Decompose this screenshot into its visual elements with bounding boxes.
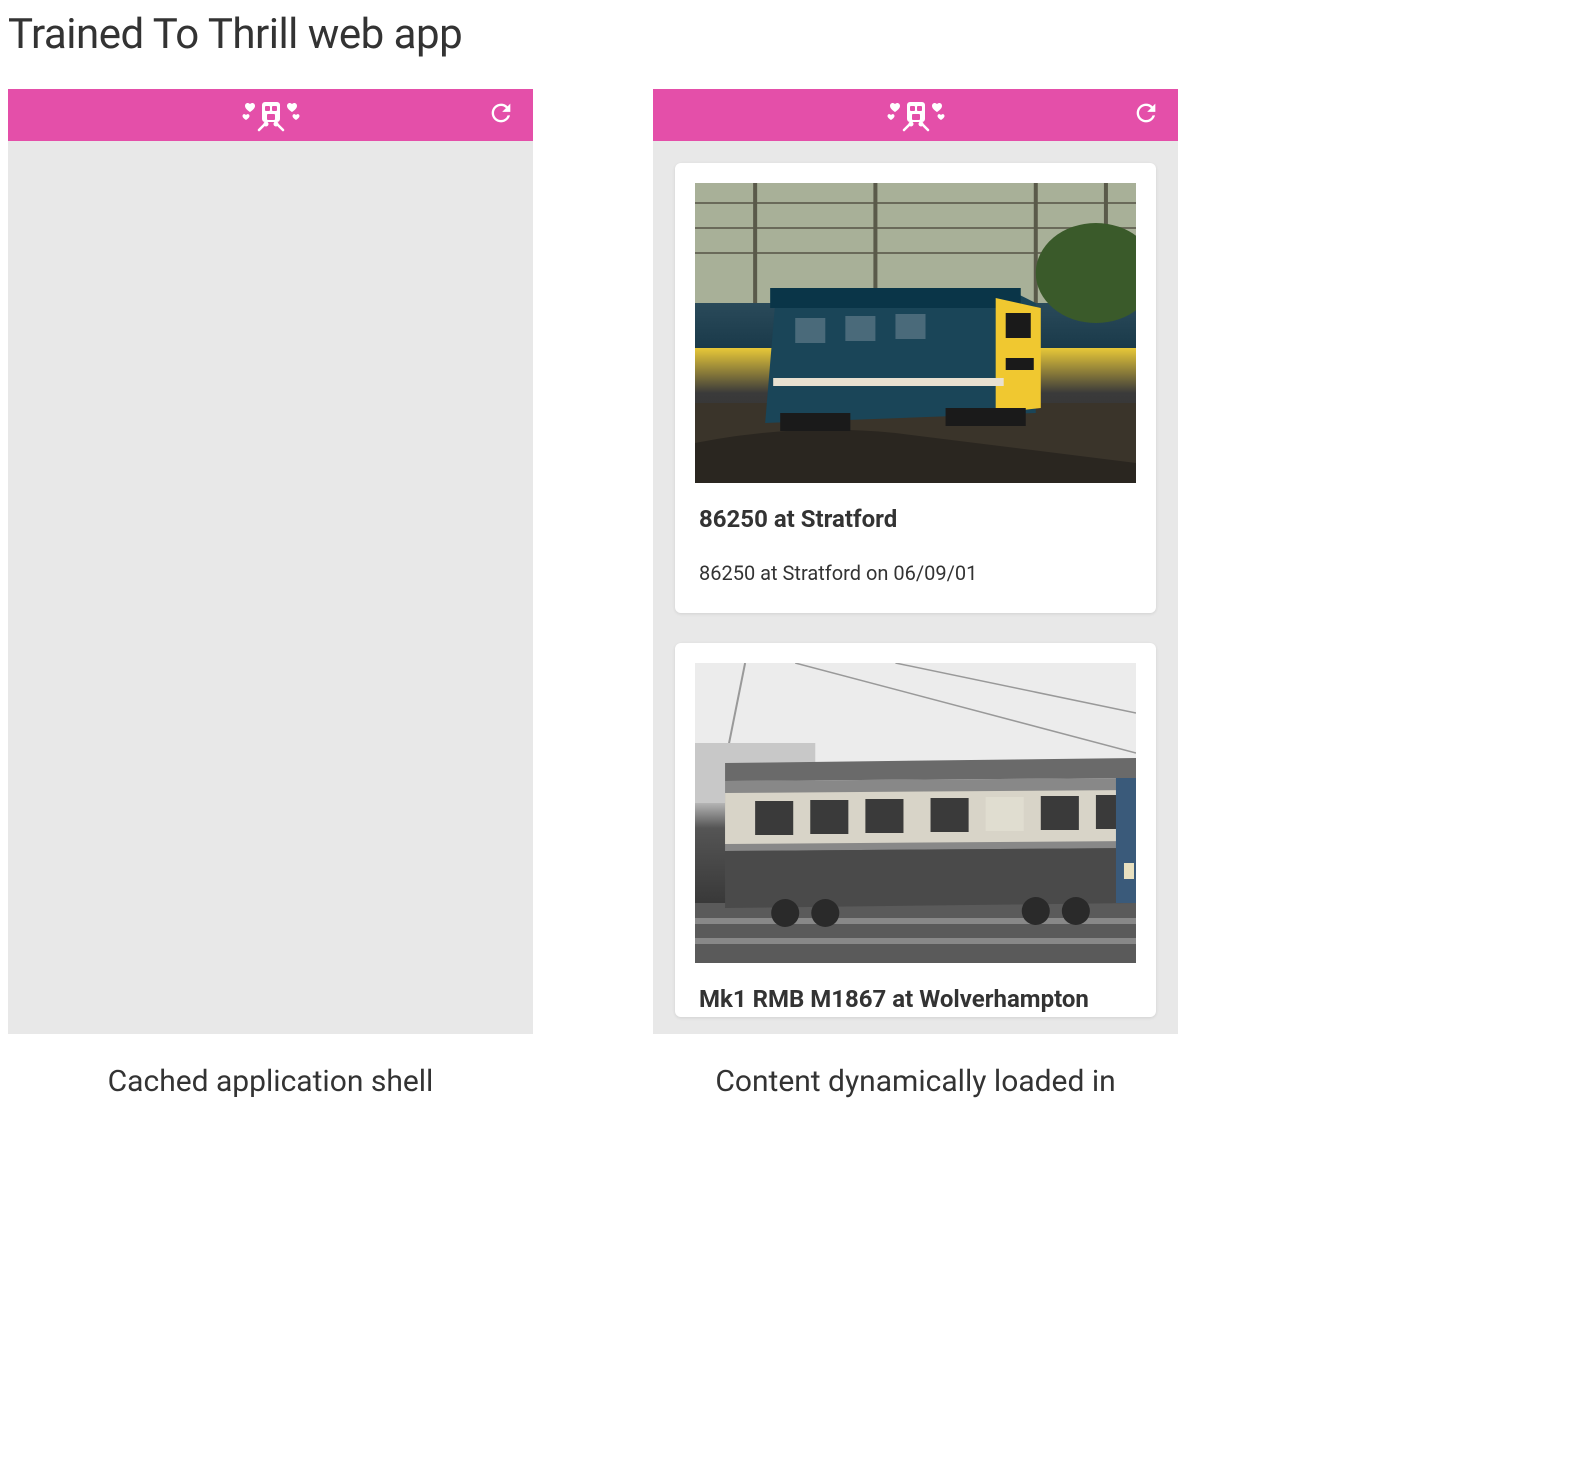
right-caption: Content dynamically loaded in <box>715 1064 1115 1099</box>
app-header <box>653 89 1178 141</box>
right-panel-wrapper: 86250 at Stratford 86250 at Stratford on… <box>653 89 1178 1099</box>
left-caption: Cached application shell <box>108 1064 434 1099</box>
train-hearts-icon <box>886 98 946 132</box>
card-title: Mk1 RMB M1867 at Wolverhampton <box>699 985 1132 1013</box>
content-area[interactable]: 86250 at Stratford 86250 at Stratford on… <box>653 141 1178 1034</box>
refresh-icon <box>487 99 515 127</box>
content-card[interactable]: 86250 at Stratford 86250 at Stratford on… <box>675 163 1156 613</box>
empty-content-area <box>8 141 533 1034</box>
phone-panel-loaded: 86250 at Stratford 86250 at Stratford on… <box>653 89 1178 1034</box>
card-image <box>695 663 1136 963</box>
app-logo <box>886 98 946 132</box>
card-body: Mk1 RMB M1867 at Wolverhampton <box>675 963 1156 1017</box>
train-hearts-icon <box>241 98 301 132</box>
content-card[interactable]: Mk1 RMB M1867 at Wolverhampton <box>675 643 1156 1017</box>
refresh-button[interactable] <box>1132 99 1160 131</box>
phone-panel-shell <box>8 89 533 1034</box>
page-heading: Trained To Thrill web app <box>8 10 1589 59</box>
app-logo <box>241 98 301 132</box>
card-title: 86250 at Stratford <box>699 505 1132 533</box>
app-header <box>8 89 533 141</box>
card-body: 86250 at Stratford 86250 at Stratford on… <box>675 483 1156 613</box>
card-description: 86250 at Stratford on 06/09/01 <box>699 561 1132 585</box>
panels-container: Cached application shell <box>0 89 1589 1099</box>
refresh-button[interactable] <box>487 99 515 131</box>
card-image <box>695 183 1136 483</box>
left-panel-wrapper: Cached application shell <box>8 89 533 1099</box>
refresh-icon <box>1132 99 1160 127</box>
